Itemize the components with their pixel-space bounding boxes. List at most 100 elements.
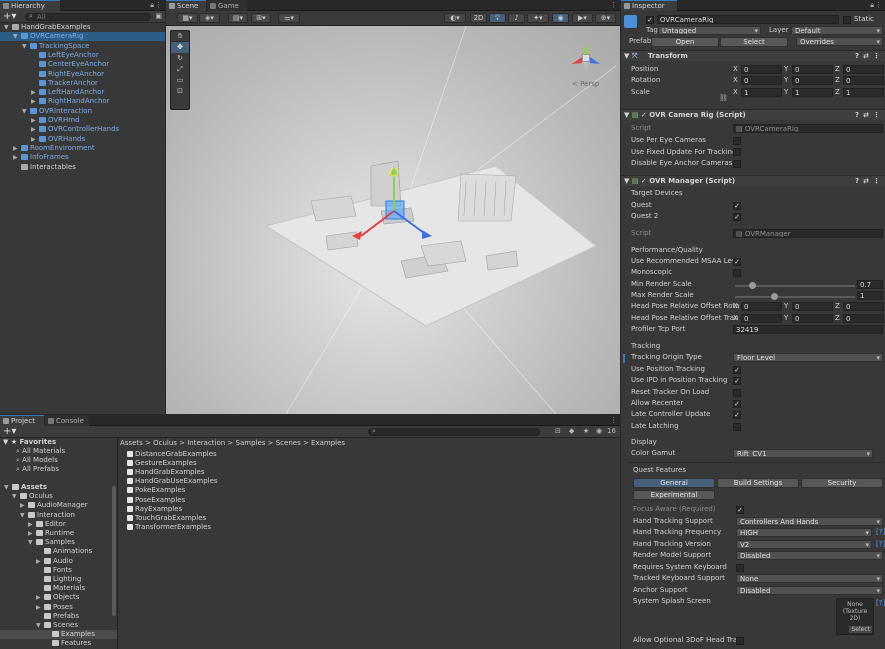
hierarchy-item[interactable]: ▶ OVRHands [0,135,165,144]
rotation-x-field[interactable]: 0 [741,76,782,85]
hand-tracking-frequency-dropdown[interactable]: HIGH [736,528,872,537]
tab-inspector[interactable]: Inspector [621,0,677,11]
expand-arrow-icon[interactable]: ▼ [20,511,28,520]
position-x-field[interactable]: 0 [741,65,782,74]
active-checkbox[interactable]: ✓ [646,16,654,24]
expand-arrow-icon[interactable]: ▶ [31,88,39,97]
monoscopic-checkbox[interactable] [733,268,741,277]
max-render-slider-handle[interactable] [771,293,778,300]
component-menu-icon[interactable]: ⋮ [873,51,880,62]
scene-visibility-icon[interactable]: ▣ [155,12,162,20]
ovr-manager-header[interactable]: ▼ ▤ ✓ OVR Manager (Script)? ⇄ ⋮ [621,175,885,186]
rotation-y-field[interactable]: 0 [792,76,833,85]
min-render-slider-handle[interactable] [749,282,756,289]
asset-tree-item[interactable]: ▶ Audio [0,557,117,566]
asset-tree-item[interactable]: Materials [0,584,117,593]
scene-file[interactable]: TouchGrabExamples [127,514,620,523]
asset-tree-item[interactable]: ▶ Editor [0,520,117,529]
hp_rot-y-field[interactable]: 0 [792,302,833,311]
menu-dots-icon[interactable]: ⋮ [610,416,617,424]
expand-arrow-icon[interactable]: ▶ [28,520,36,529]
asset-tree-item[interactable]: ▶ AudioManager [0,501,117,510]
hierarchy-search-input[interactable]: ⌕ All [25,12,151,21]
tab-console[interactable]: Console [45,415,89,426]
scene-file[interactable]: GestureExamples [127,459,620,468]
help-icon[interactable]: ? [855,51,859,62]
lock-icon[interactable]: 🔒︎ [150,1,154,10]
tag-dropdown[interactable]: Untagged [658,26,761,35]
hierarchy-item[interactable]: ▶ RightHandAnchor [0,97,165,106]
effects-icon[interactable]: ✦▾ [527,13,549,23]
draw-mode-button[interactable]: ▦▾ [177,13,198,23]
asset-tree-item[interactable]: Fonts [0,566,117,575]
expand-arrow-icon[interactable]: ▶ [36,557,44,566]
favorite-icon[interactable]: ★ [583,427,589,435]
asset-tree-item[interactable]: Features [0,639,117,648]
static-checkbox[interactable] [843,16,851,24]
expand-arrow-icon[interactable]: ▶ [31,135,39,144]
component-menu-icon[interactable]: ⋮ [873,110,880,121]
help-icon[interactable]: [?] [876,528,885,536]
rect-tool-icon[interactable]: ▭ [171,75,189,86]
hierarchy-item[interactable]: RightEyeAnchor [0,70,165,79]
hierarchy-item[interactable]: CenterEyeAnchor [0,60,165,69]
asset-tree-item[interactable]: Examples [0,630,117,640]
rig-option-checkbox[interactable] [733,148,741,156]
hierarchy-item[interactable]: ▶ OVRControllerHands [0,125,165,134]
layer-dropdown[interactable]: Default [791,26,883,35]
favorite-item[interactable]: ⌕ All Materials [0,447,117,456]
tracking-origin-dropdown[interactable]: Floor Level [733,353,883,362]
preset-icon[interactable]: ⇄ [863,110,869,121]
hp_rot-x-field[interactable]: 0 [741,302,782,311]
link-icon[interactable]: ⛓︎ [719,94,728,102]
light-icon[interactable]: 💡︎ [489,13,506,23]
scale-y-field[interactable]: 1 [792,88,833,97]
late-controller-checkbox[interactable]: ✓ [733,410,741,419]
expand-arrow-icon[interactable]: ▼ [12,492,20,501]
expand-arrow-icon[interactable]: ▶ [36,593,44,602]
scene-file[interactable]: TransformerExamples [127,523,620,532]
expand-arrow-icon[interactable]: ▶ [28,529,36,538]
rig-option-checkbox[interactable] [733,159,741,168]
asset-tree-item[interactable]: ▼ Interaction [0,511,117,520]
asset-tree-item[interactable]: ▼ Samples [0,538,117,547]
hp_trans-y-field[interactable]: 0 [792,314,833,323]
asset-tree-item[interactable]: Animations [0,547,117,556]
expand-arrow-icon[interactable]: ▼ [36,621,44,630]
max-render-slider-track[interactable] [735,296,855,298]
tab-general[interactable]: General [633,478,715,488]
expand-arrow-icon[interactable]: ▶ [13,153,21,162]
filter-type-icon[interactable]: ⊟ [555,427,561,435]
audio-icon[interactable]: ♪ [508,13,525,23]
expand-arrow-icon[interactable]: ▶ [36,603,44,612]
scene-viewport[interactable]: < Persp ✋︎ ✥ ↻ ⤢ ▭ ⊡ [166,26,620,414]
allow-3dof-checkbox[interactable] [736,636,744,645]
expand-arrow-icon[interactable]: ▶ [31,116,39,125]
hierarchy-item[interactable]: ▶ LeftHandAnchor [0,88,165,97]
splash-texture-field[interactable]: None (Texture 2D) Select [836,598,874,635]
tab-game[interactable]: Game [207,0,247,11]
scene-file[interactable]: HandGrabExamples [127,468,620,477]
lock-icon[interactable]: 🔒︎ [870,1,874,10]
reset-tracker-checkbox[interactable] [733,388,741,397]
max-render-value[interactable]: 1 [857,291,883,300]
scene-file[interactable]: HandGrabUseExamples [127,477,620,486]
project-search-input[interactable]: ⌕ [368,427,540,436]
menu-dots-icon[interactable]: ⋮ [875,1,882,9]
hierarchy-item[interactable]: ▶ InfoFrames [0,153,165,162]
expand-arrow-icon[interactable]: ▶ [31,97,39,106]
tab-build-settings[interactable]: Build Settings [717,478,799,488]
asset-tree-item[interactable]: ▼ Assets [0,483,117,492]
asset-tree-item[interactable]: Prefabs [0,612,117,621]
expand-arrow-icon[interactable]: ▼ [4,483,12,492]
favorite-item[interactable]: ⌕ All Prefabs [0,465,117,474]
expand-arrow-icon[interactable]: ▶ [13,144,21,153]
hierarchy-item[interactable]: ▼ OVRInteraction [0,107,165,116]
favorites-header[interactable]: ▼ ★ Favorites [0,438,117,447]
render-button[interactable]: ⚌▾ [278,13,300,23]
hierarchy-item[interactable]: ▼ TrackingSpace [0,42,165,51]
perspective-label[interactable]: < Persp [572,80,599,88]
rotate-tool-icon[interactable]: ↻ [171,53,189,64]
add-icon[interactable]: +▾ [3,11,16,22]
hp_trans-x-field[interactable]: 0 [741,314,782,323]
